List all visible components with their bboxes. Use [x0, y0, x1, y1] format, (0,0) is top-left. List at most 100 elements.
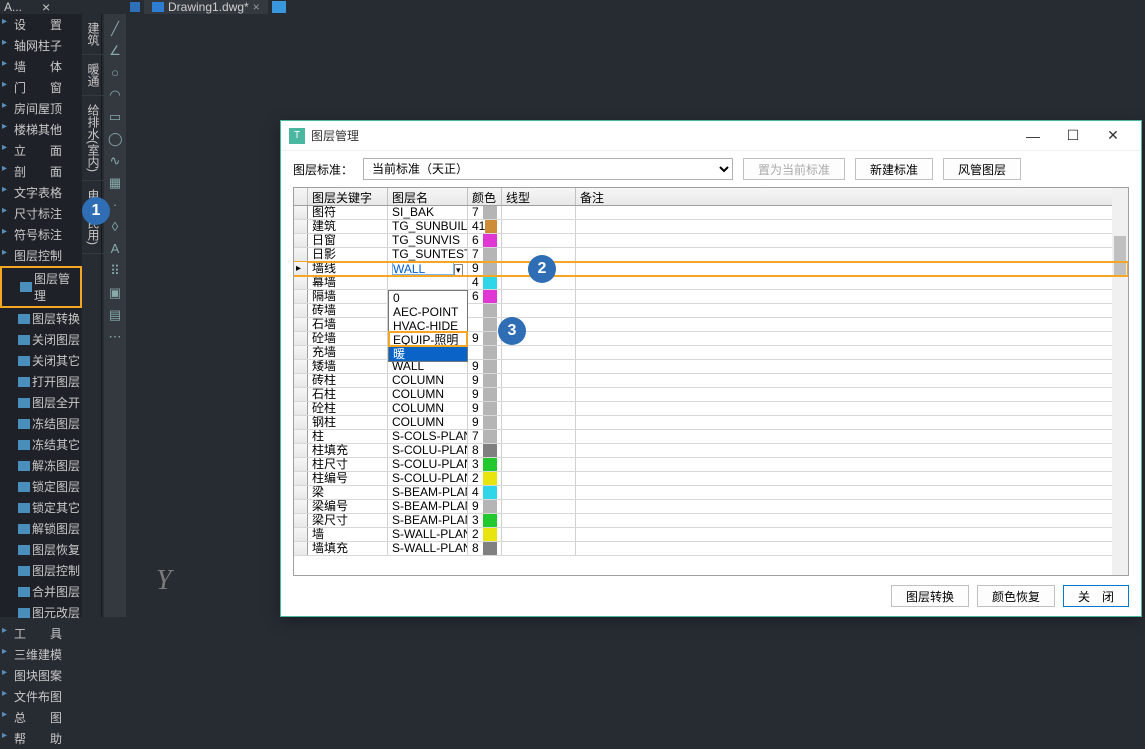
cell-color[interactable] — [468, 346, 502, 359]
sidebar-item[interactable]: 锁定图层 — [0, 476, 82, 497]
cell-note[interactable] — [576, 220, 1128, 233]
sidebar-group[interactable]: 房间屋顶 — [0, 98, 82, 119]
cell-linetype[interactable] — [502, 360, 576, 373]
sidebar-group[interactable]: 图块图案 — [0, 665, 82, 686]
table-row[interactable]: 墙填充S-WALL-PLAN-8 — [294, 542, 1128, 556]
sidebar-group[interactable]: 门 窗 — [0, 77, 82, 98]
sidebar-item[interactable]: 关闭图层 — [0, 329, 82, 350]
sidebar-item[interactable]: 图层管理 — [0, 266, 82, 308]
col-keyword[interactable]: 图层关键字 — [308, 188, 388, 205]
sidebar-item[interactable]: 图层恢复 — [0, 539, 82, 560]
scrollbar[interactable] — [1112, 188, 1128, 575]
cell-linetype[interactable] — [502, 234, 576, 247]
cell-note[interactable] — [576, 458, 1128, 471]
table-row[interactable]: 墙S-WALL-PLAN-2 — [294, 528, 1128, 542]
cell-keyword[interactable]: 墙线 — [308, 262, 388, 275]
cell-name[interactable]: TG_SUNBUILD — [388, 220, 468, 233]
minimize-button[interactable]: ― — [1013, 122, 1053, 150]
table-icon[interactable]: ▤ — [108, 308, 122, 322]
sidebar-item[interactable]: 打开图层 — [0, 371, 82, 392]
cell-name[interactable]: ▾ — [388, 262, 468, 275]
cell-linetype[interactable] — [502, 528, 576, 541]
cell-linetype[interactable] — [502, 416, 576, 429]
table-row[interactable]: 柱填充S-COLU-PLAN-8 — [294, 444, 1128, 458]
sidebar-item[interactable]: 关闭其它 — [0, 350, 82, 371]
cell-name[interactable]: S-COLU-PLAN- — [388, 444, 468, 457]
cell-linetype[interactable] — [502, 430, 576, 443]
std-select[interactable]: 当前标准（天正） — [363, 158, 733, 180]
cell-keyword[interactable]: 矮墙 — [308, 360, 388, 373]
sidebar-item[interactable]: 解冻图层 — [0, 455, 82, 476]
restore-color-button[interactable]: 颜色恢复 — [977, 585, 1055, 607]
dropdown-item[interactable]: 暖 — [389, 347, 467, 361]
sidebar-group[interactable]: 工 具 — [0, 623, 82, 644]
sidebar-group[interactable]: 文字表格 — [0, 182, 82, 203]
hatch-icon[interactable]: ▦ — [108, 176, 122, 190]
table-row[interactable]: 柱S-COLS-PLAN-7 — [294, 430, 1128, 444]
cell-keyword[interactable]: 墙 — [308, 528, 388, 541]
close-icon[interactable]: × — [253, 0, 260, 14]
cell-note[interactable] — [576, 402, 1128, 415]
convert-button[interactable]: 图层转换 — [891, 585, 969, 607]
cell-name[interactable] — [388, 276, 468, 289]
cell-color[interactable]: 3 — [468, 458, 502, 471]
cell-linetype[interactable] — [502, 542, 576, 555]
cell-keyword[interactable]: 梁编号 — [308, 500, 388, 513]
sidebar-group[interactable]: 立 面 — [0, 140, 82, 161]
sidebar-item[interactable]: 解锁图层 — [0, 518, 82, 539]
table-row[interactable]: 梁S-BEAM-PLAN-4 — [294, 486, 1128, 500]
cell-name[interactable]: S-WALL-PLAN- — [388, 542, 468, 555]
cell-name[interactable]: COLUMN — [388, 402, 468, 415]
close-icon[interactable]: × — [42, 0, 50, 15]
cell-linetype[interactable] — [502, 402, 576, 415]
table-row[interactable]: 钢柱COLUMN9 — [294, 416, 1128, 430]
col-name[interactable]: 图层名 — [388, 188, 468, 205]
cell-note[interactable] — [576, 276, 1128, 289]
cell-keyword[interactable]: 砼柱 — [308, 402, 388, 415]
sidebar-group[interactable]: 帮 助 — [0, 728, 82, 749]
name-input[interactable] — [392, 262, 454, 275]
sidebar-item[interactable]: 锁定其它 — [0, 497, 82, 518]
sidebar-group[interactable]: 轴网柱子 — [0, 35, 82, 56]
cell-name[interactable]: COLUMN — [388, 416, 468, 429]
cell-keyword[interactable]: 石墙 — [308, 318, 388, 331]
cell-linetype[interactable] — [502, 458, 576, 471]
table-row[interactable]: 矮墙WALL9 — [294, 360, 1128, 374]
cell-linetype[interactable] — [502, 220, 576, 233]
cell-note[interactable] — [576, 486, 1128, 499]
cell-keyword[interactable]: 砖墙 — [308, 304, 388, 317]
sidebar-item[interactable]: 合并图层 — [0, 581, 82, 602]
cell-keyword[interactable]: 砖柱 — [308, 374, 388, 387]
cell-name[interactable]: S-BEAM-PLAN- — [388, 486, 468, 499]
arc-icon[interactable]: ◠ — [108, 88, 122, 102]
cell-color[interactable]: 9 — [468, 500, 502, 513]
discipline-tab[interactable]: 建筑 — [82, 14, 105, 55]
cell-color[interactable]: 7 — [468, 430, 502, 443]
table-body[interactable]: 图符SI_BAK7建筑TG_SUNBUILD41日窗TG_SUNVIS6日影TG… — [294, 206, 1128, 575]
cell-note[interactable] — [576, 514, 1128, 527]
table-row[interactable]: 梁编号S-BEAM-PLAN-9 — [294, 500, 1128, 514]
cell-linetype[interactable] — [502, 388, 576, 401]
ellipse-icon[interactable]: ◯ — [108, 132, 122, 146]
table-row[interactable]: 幕墙4 — [294, 276, 1128, 290]
discipline-tab[interactable]: 暖通 — [82, 55, 105, 96]
table-row[interactable]: 柱尺寸S-COLU-PLAN-3 — [294, 458, 1128, 472]
close-button[interactable]: ✕ — [1093, 122, 1133, 150]
more-icon[interactable]: ⋯ — [108, 330, 122, 344]
cell-keyword[interactable]: 隔墙 — [308, 290, 388, 303]
cell-linetype[interactable] — [502, 206, 576, 219]
sidebar-item[interactable]: 图层控制 — [0, 560, 82, 581]
cell-name[interactable]: TG_SUNVIS — [388, 234, 468, 247]
cell-name[interactable]: TG_SUNTESTED — [388, 248, 468, 261]
region-icon[interactable]: ◊ — [108, 220, 122, 234]
cell-keyword[interactable]: 梁 — [308, 486, 388, 499]
cell-color[interactable]: 7 — [468, 206, 502, 219]
sidebar-group[interactable]: 设 置 — [0, 14, 82, 35]
sidebar-item[interactable]: 图元改层 — [0, 602, 82, 623]
cell-name[interactable]: COLUMN — [388, 388, 468, 401]
cell-color[interactable]: 8 — [468, 542, 502, 555]
cell-note[interactable] — [576, 248, 1128, 261]
cell-color[interactable]: 7 — [468, 248, 502, 261]
table-row[interactable]: 墙线▾9 — [294, 262, 1128, 276]
cell-color[interactable]: 8 — [468, 444, 502, 457]
